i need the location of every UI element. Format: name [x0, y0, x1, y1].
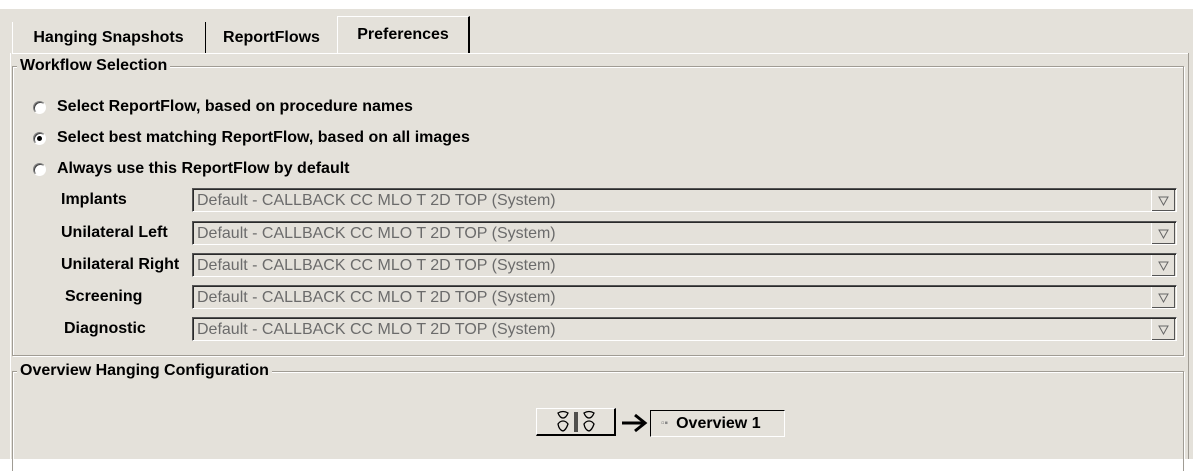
dropdown-button[interactable]: [1151, 287, 1175, 308]
unilateral-right-label: Unilateral Right: [61, 256, 180, 273]
unilateral-left-combo[interactable]: Default - CALLBACK CC MLO T 2D TOP (Syst…: [192, 221, 1177, 245]
breast-layout-icon: [556, 410, 595, 432]
chevron-down-icon: [1158, 293, 1169, 303]
overview-name: Overview 1: [676, 414, 761, 432]
chevron-down-icon: [1158, 325, 1169, 335]
combo-value: Default - CALLBACK CC MLO T 2D TOP (Syst…: [197, 289, 556, 306]
radio-button[interactable]: [33, 100, 46, 114]
diagnostic-label: Diagnostic: [64, 320, 146, 337]
chevron-down-icon: [1158, 261, 1169, 271]
unilateral-right-combo[interactable]: Default - CALLBACK CC MLO T 2D TOP (Syst…: [192, 253, 1177, 277]
radio-label: Select ReportFlow, based on procedure na…: [57, 98, 413, 115]
combo-value: Default - CALLBACK CC MLO T 2D TOP (Syst…: [197, 192, 556, 209]
radio-button[interactable]: [33, 131, 46, 145]
combo-value: Default - CALLBACK CC MLO T 2D TOP (Syst…: [197, 257, 556, 274]
diagnostic-combo[interactable]: Default - CALLBACK CC MLO T 2D TOP (Syst…: [192, 317, 1177, 341]
chevron-down-icon: [1158, 229, 1169, 239]
radio-best-matching[interactable]: Select best matching ReportFlow, based o…: [33, 127, 470, 149]
combo-value: Default - CALLBACK CC MLO T 2D TOP (Syst…: [197, 321, 556, 338]
overview-thumbnail-icon: ▫▪: [661, 418, 669, 429]
dropdown-button[interactable]: [1151, 319, 1175, 340]
radio-label: Select best matching ReportFlow, based o…: [57, 129, 470, 146]
combo-value: Default - CALLBACK CC MLO T 2D TOP (Syst…: [197, 225, 556, 242]
tab-hanging-snapshots[interactable]: Hanging Snapshots: [12, 22, 204, 54]
radio-procedure-names[interactable]: Select ReportFlow, based on procedure na…: [33, 96, 413, 118]
radio-button[interactable]: [33, 162, 46, 176]
top-edge: [0, 0, 1193, 9]
tab-panel-edge: [12, 53, 1189, 54]
unilateral-left-label: Unilateral Left: [61, 224, 168, 241]
implants-label: Implants: [61, 191, 127, 208]
chevron-down-icon: [1158, 196, 1169, 206]
tab-reportflows[interactable]: ReportFlows: [205, 22, 337, 54]
implants-combo[interactable]: Default - CALLBACK CC MLO T 2D TOP (Syst…: [192, 188, 1177, 212]
overview-hanging-title: Overview Hanging Configuration: [17, 362, 272, 380]
dropdown-button[interactable]: [1151, 223, 1175, 244]
panel-right-edge: [1188, 53, 1189, 459]
dropdown-button[interactable]: [1151, 190, 1175, 211]
screening-label: Screening: [65, 288, 143, 305]
overview-selection-field[interactable]: ▫▪ Overview 1: [650, 410, 785, 437]
overview-layout-button[interactable]: [536, 408, 616, 436]
preferences-window: Hanging Snapshots ReportFlows Preference…: [0, 0, 1193, 471]
radio-label: Always use this ReportFlow by default: [57, 160, 350, 177]
workflow-selection-title: Workflow Selection: [17, 57, 171, 75]
tab-preferences[interactable]: Preferences: [337, 16, 470, 53]
panel-left-edge: [10, 53, 11, 459]
radio-always-use[interactable]: Always use this ReportFlow by default: [33, 158, 350, 180]
screening-combo[interactable]: Default - CALLBACK CC MLO T 2D TOP (Syst…: [192, 285, 1177, 309]
arrow-right-icon: [622, 413, 648, 433]
dropdown-button[interactable]: [1151, 255, 1175, 276]
